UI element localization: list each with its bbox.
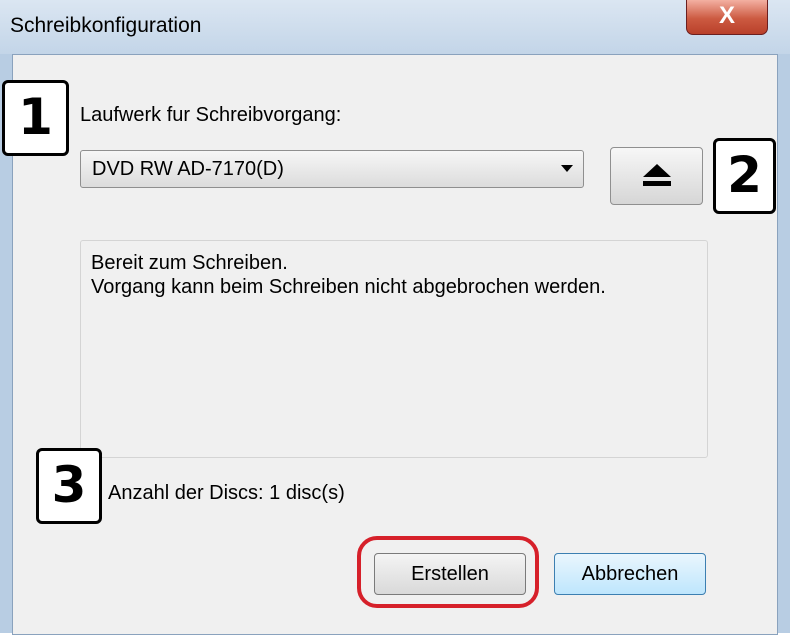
title-bar: Schreibkonfiguration X [0, 0, 790, 54]
status-line-1: Bereit zum Schreiben. [91, 252, 288, 274]
disc-count-text: Anzahl der Discs: 1 disc(s) [108, 482, 345, 504]
status-line-2: Vorgang kann beim Schreiben nicht abgebr… [91, 276, 606, 298]
annotation-badge-3: 3 [36, 448, 102, 524]
drive-select-value: DVD RW AD-7170(D) [92, 158, 284, 180]
status-box: Bereit zum Schreiben. Vorgang kann beim … [80, 240, 708, 458]
annotation-badge-1: 1 [2, 80, 69, 156]
eject-icon-bar [643, 181, 671, 186]
dialog-window: Schreibkonfiguration X 1 Laufwerk fur Sc… [0, 0, 790, 635]
close-icon: X [718, 2, 735, 29]
create-button[interactable]: Erstellen [374, 553, 526, 595]
cancel-button[interactable]: Abbrechen [554, 553, 706, 595]
annotation-badge-2: 2 [713, 138, 776, 214]
chevron-down-icon [561, 165, 573, 172]
drive-label: Laufwerk fur Schreibvorgang: [80, 104, 342, 126]
eject-icon [643, 164, 671, 177]
close-button[interactable]: X [686, 0, 768, 35]
eject-button[interactable] [610, 147, 703, 205]
drive-select[interactable]: DVD RW AD-7170(D) [80, 150, 584, 188]
window-title: Schreibkonfiguration [10, 14, 202, 37]
